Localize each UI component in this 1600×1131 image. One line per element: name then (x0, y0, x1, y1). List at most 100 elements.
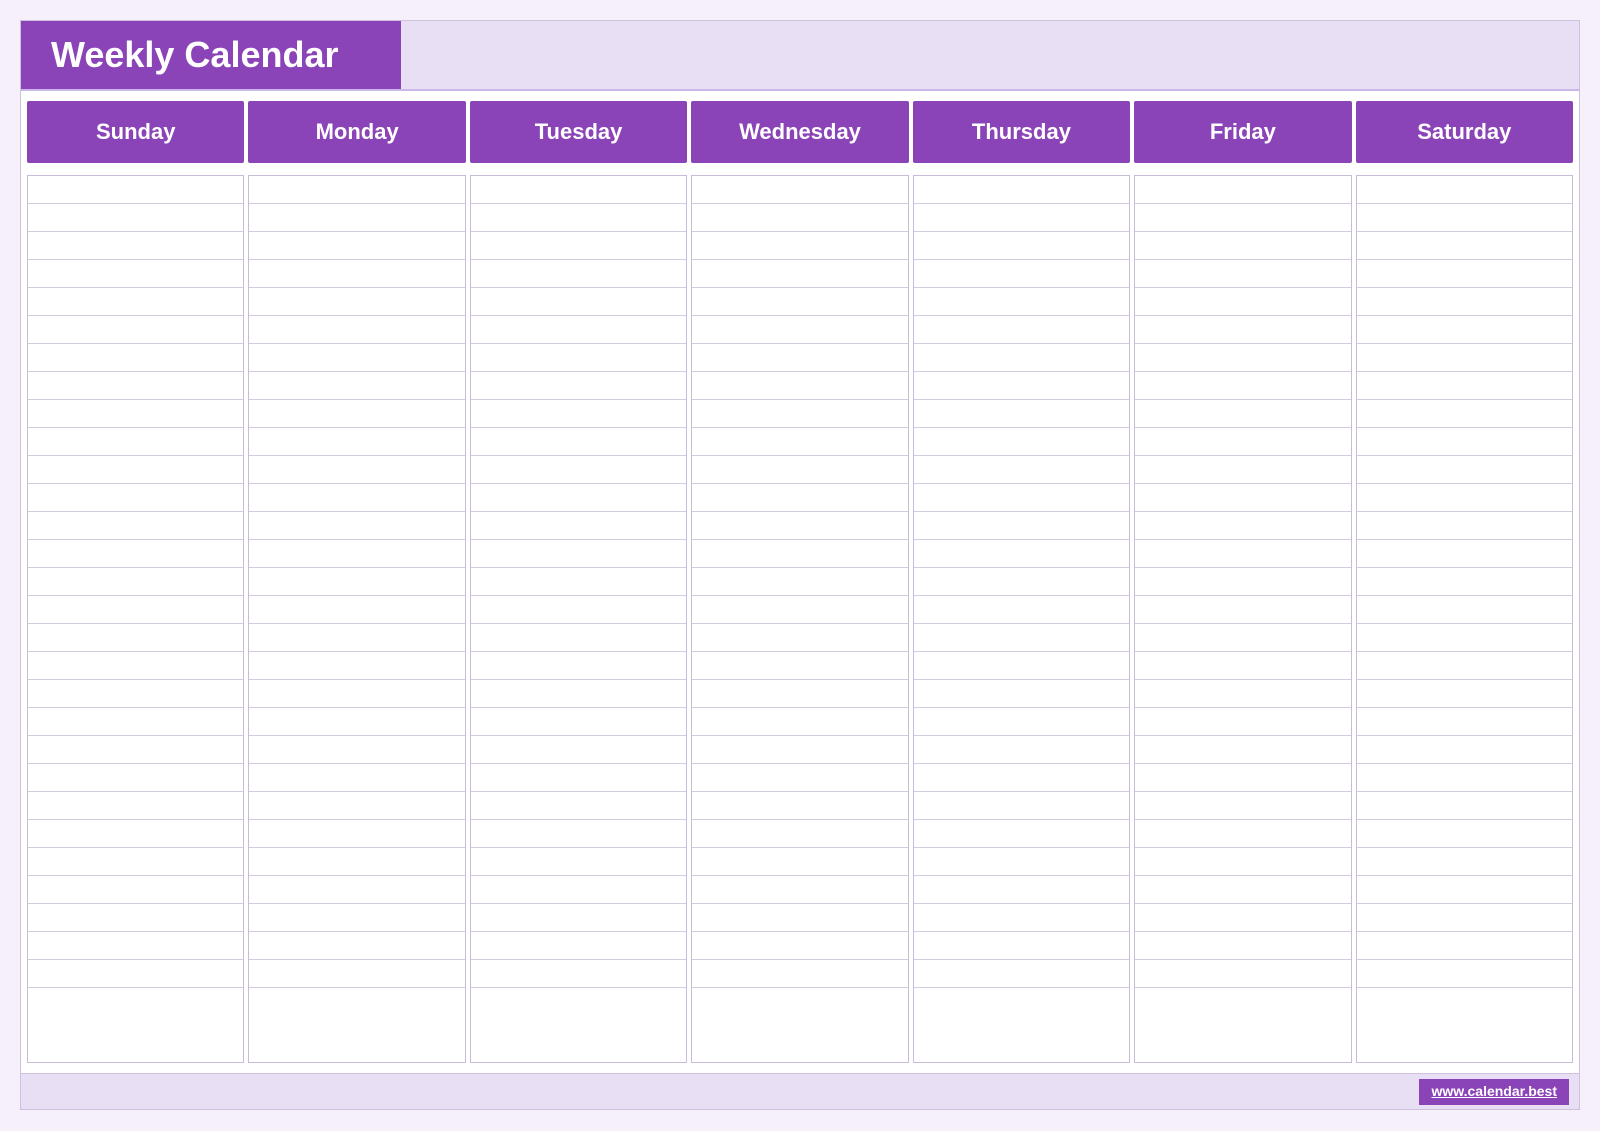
day-line[interactable] (914, 652, 1129, 680)
day-line[interactable] (914, 344, 1129, 372)
day-line[interactable] (1357, 316, 1572, 344)
day-line[interactable] (471, 176, 686, 204)
day-line[interactable] (471, 260, 686, 288)
day-line[interactable] (1135, 960, 1350, 988)
day-line[interactable] (1135, 344, 1350, 372)
day-line[interactable] (249, 232, 464, 260)
day-line[interactable] (1135, 316, 1350, 344)
day-line[interactable] (471, 764, 686, 792)
day-line[interactable] (28, 512, 243, 540)
day-line[interactable] (471, 204, 686, 232)
day-line[interactable] (28, 876, 243, 904)
day-line[interactable] (692, 232, 907, 260)
day-line[interactable] (28, 708, 243, 736)
day-line[interactable] (471, 372, 686, 400)
day-line[interactable] (249, 316, 464, 344)
day-line[interactable] (692, 512, 907, 540)
day-line[interactable] (1357, 512, 1572, 540)
day-line[interactable] (1135, 624, 1350, 652)
day-line[interactable] (1357, 596, 1572, 624)
day-line[interactable] (692, 652, 907, 680)
day-line[interactable] (692, 484, 907, 512)
day-line[interactable] (471, 232, 686, 260)
day-line[interactable] (1135, 792, 1350, 820)
day-line[interactable] (1135, 848, 1350, 876)
day-column-tuesday[interactable] (470, 175, 687, 1063)
day-line[interactable] (914, 708, 1129, 736)
day-line[interactable] (1135, 540, 1350, 568)
day-line[interactable] (1357, 484, 1572, 512)
day-line[interactable] (471, 848, 686, 876)
day-line[interactable] (692, 848, 907, 876)
day-line[interactable] (249, 428, 464, 456)
day-line[interactable] (1135, 932, 1350, 960)
day-line[interactable] (914, 456, 1129, 484)
day-line[interactable] (28, 428, 243, 456)
day-line[interactable] (914, 988, 1129, 1016)
day-line[interactable] (471, 708, 686, 736)
day-line[interactable] (914, 316, 1129, 344)
day-line[interactable] (692, 400, 907, 428)
day-line[interactable] (1357, 764, 1572, 792)
day-line[interactable] (1357, 848, 1572, 876)
day-line[interactable] (692, 596, 907, 624)
day-line[interactable] (471, 624, 686, 652)
day-line[interactable] (249, 652, 464, 680)
day-line[interactable] (914, 176, 1129, 204)
day-line[interactable] (471, 652, 686, 680)
day-line[interactable] (1135, 484, 1350, 512)
day-line[interactable] (1135, 820, 1350, 848)
day-line[interactable] (249, 540, 464, 568)
day-line[interactable] (692, 904, 907, 932)
day-line[interactable] (692, 736, 907, 764)
day-line[interactable] (1357, 568, 1572, 596)
day-column-friday[interactable] (1134, 175, 1351, 1063)
day-line[interactable] (1357, 652, 1572, 680)
day-line[interactable] (249, 512, 464, 540)
day-line[interactable] (692, 344, 907, 372)
day-line[interactable] (914, 204, 1129, 232)
day-line[interactable] (914, 736, 1129, 764)
day-line[interactable] (28, 764, 243, 792)
day-line[interactable] (1135, 176, 1350, 204)
day-line[interactable] (471, 792, 686, 820)
day-line[interactable] (1357, 820, 1572, 848)
day-line[interactable] (1135, 568, 1350, 596)
day-line[interactable] (249, 736, 464, 764)
day-line[interactable] (249, 876, 464, 904)
day-line[interactable] (914, 596, 1129, 624)
day-line[interactable] (1135, 596, 1350, 624)
day-line[interactable] (249, 204, 464, 232)
day-line[interactable] (692, 960, 907, 988)
day-line[interactable] (471, 904, 686, 932)
day-line[interactable] (692, 568, 907, 596)
day-line[interactable] (914, 484, 1129, 512)
day-line[interactable] (1135, 400, 1350, 428)
day-line[interactable] (249, 344, 464, 372)
day-line[interactable] (249, 792, 464, 820)
day-column-wednesday[interactable] (691, 175, 908, 1063)
day-line[interactable] (914, 960, 1129, 988)
day-line[interactable] (1135, 988, 1350, 1016)
day-line[interactable] (28, 400, 243, 428)
day-column-sunday[interactable] (27, 175, 244, 1063)
day-line[interactable] (471, 344, 686, 372)
day-line[interactable] (28, 960, 243, 988)
day-line[interactable] (28, 848, 243, 876)
day-line[interactable] (1357, 540, 1572, 568)
day-line[interactable] (471, 400, 686, 428)
day-line[interactable] (914, 540, 1129, 568)
day-line[interactable] (471, 428, 686, 456)
day-line[interactable] (471, 484, 686, 512)
day-column-saturday[interactable] (1356, 175, 1573, 1063)
day-line[interactable] (1135, 736, 1350, 764)
day-line[interactable] (1135, 876, 1350, 904)
day-line[interactable] (471, 932, 686, 960)
day-line[interactable] (1135, 204, 1350, 232)
day-line[interactable] (692, 204, 907, 232)
day-line[interactable] (1135, 512, 1350, 540)
day-line[interactable] (28, 932, 243, 960)
day-line[interactable] (692, 428, 907, 456)
day-line[interactable] (249, 932, 464, 960)
day-line[interactable] (914, 764, 1129, 792)
